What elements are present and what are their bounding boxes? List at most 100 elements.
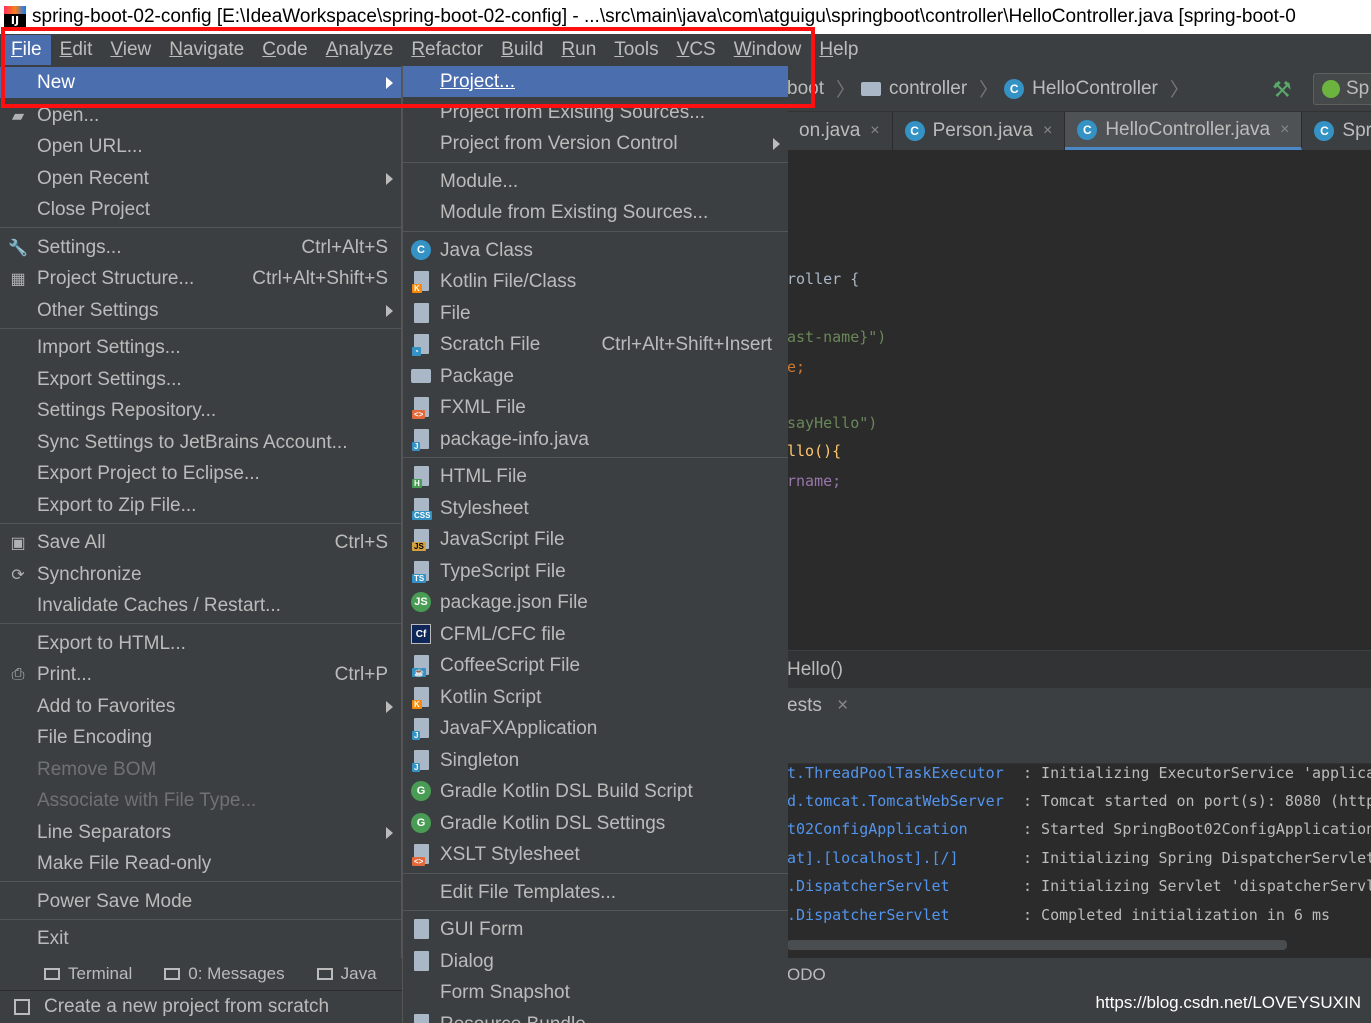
file-menu-exit[interactable]: Exit	[0, 923, 401, 954]
file-menu-sync-settings[interactable]: Sync Settings to JetBrains Account...	[0, 427, 401, 458]
file-menu-export-zip[interactable]: Export to Zip File...	[0, 490, 401, 521]
new-singleton[interactable]: J Singleton	[403, 745, 788, 776]
new-resource-bundle[interactable]: Resource Bundle	[403, 1009, 788, 1023]
new-project[interactable]: Project...	[403, 66, 788, 97]
tab-person-java[interactable]: C Person.java ×	[893, 112, 1066, 150]
new-module[interactable]: Module...	[403, 166, 788, 197]
file-menu-close-project[interactable]: Close Project	[0, 194, 401, 225]
new-module-existing-sources[interactable]: Module from Existing Sources...	[403, 197, 788, 228]
new-gradle-kotlin-settings[interactable]: G Gradle Kotlin DSL Settings	[403, 808, 788, 839]
close-icon[interactable]: ×	[870, 122, 879, 140]
editor-breadcrumb-method[interactable]: Hello()	[787, 650, 1371, 688]
file-menu-invalidate-caches[interactable]: Invalidate Caches / Restart...	[0, 590, 401, 621]
file-menu-other-settings[interactable]: Other Settings	[0, 295, 401, 326]
file-menu-save-all[interactable]: ▣ Save All Ctrl+S	[0, 527, 401, 558]
new-javafx-application[interactable]: J JavaFXApplication	[403, 713, 788, 744]
new-stylesheet[interactable]: CSS Stylesheet	[403, 493, 788, 524]
menu-edit[interactable]: Edit	[51, 35, 102, 65]
file-menu-open-recent[interactable]: Open Recent	[0, 163, 401, 194]
menu-refactor[interactable]: Refactor	[402, 35, 492, 65]
menu-run[interactable]: Run	[552, 35, 605, 65]
tab-spring-application[interactable]: C Sprin	[1302, 112, 1371, 150]
menu-item-label: Project from Existing Sources...	[440, 101, 706, 123]
close-icon[interactable]: ×	[837, 695, 848, 716]
menu-item-label: Resource Bundle	[440, 1014, 586, 1023]
new-package-info[interactable]: Jpackage-info.java	[403, 424, 788, 455]
tab-hellocontroller-java[interactable]: C HelloController.java ×	[1065, 112, 1303, 150]
file-menu-settings[interactable]: 🔧 Settings... Ctrl+Alt+S	[0, 232, 401, 263]
file-menu-new[interactable]: New	[0, 67, 401, 98]
close-icon[interactable]: ×	[1280, 121, 1289, 139]
new-java-class[interactable]: C Java Class	[403, 235, 788, 266]
menu-item-shortcut: Ctrl+S	[334, 531, 388, 553]
file-menu-export-eclipse[interactable]: Export Project to Eclipse...	[0, 458, 401, 489]
new-gui-form[interactable]: GUI Form	[403, 914, 788, 945]
file-menu-export-html[interactable]: Export to HTML...	[0, 628, 401, 659]
breadcrumb-boot[interactable]: boot	[787, 78, 824, 100]
new-package[interactable]: Package	[403, 361, 788, 392]
menu-file[interactable]: File	[2, 35, 51, 65]
menu-navigate[interactable]: Navigate	[160, 35, 253, 65]
code-editor[interactable]: roller { ast-name}") e; sayHello") llo()…	[787, 150, 1371, 650]
new-gradle-kotlin-build-script[interactable]: G Gradle Kotlin DSL Build Script	[403, 776, 788, 807]
edit-file-templates[interactable]: Edit File Templates...	[403, 877, 788, 908]
menu-view[interactable]: View	[101, 35, 160, 65]
file-menu-line-separators[interactable]: Line Separators	[0, 817, 401, 848]
tab-person-json[interactable]: on.java ×	[787, 112, 893, 150]
new-kotlin-file[interactable]: K Kotlin File/Class	[403, 266, 788, 297]
new-dialog[interactable]: Dialog	[403, 946, 788, 977]
breadcrumb-separator: 〉	[835, 80, 855, 101]
menu-code[interactable]: Code	[253, 35, 316, 65]
new-file[interactable]: File	[403, 298, 788, 329]
new-fxml-file[interactable]: <> FXML File	[403, 392, 788, 423]
terminal-tool-button[interactable]: Terminal	[44, 964, 132, 984]
ts-file-icon: TS	[412, 561, 429, 583]
todo-tool-button[interactable]: ODO	[787, 958, 1371, 992]
file-menu-open[interactable]: ▰ Open...	[0, 100, 401, 131]
new-kotlin-script[interactable]: K Kotlin Script	[403, 682, 788, 713]
file-menu-import-settings[interactable]: Import Settings...	[0, 332, 401, 363]
file-menu-export-settings[interactable]: Export Settings...	[0, 364, 401, 395]
messages-tool-button[interactable]: 0: Messages	[164, 964, 285, 984]
new-cfml-file[interactable]: Cf CFML/CFC file	[403, 619, 788, 650]
menu-tools[interactable]: Tools	[605, 35, 667, 65]
build-hammer-icon[interactable]: ⚒	[1272, 78, 1292, 103]
close-icon[interactable]: ×	[1043, 122, 1052, 140]
new-package-json[interactable]: JS package.json File	[403, 587, 788, 618]
file-menu-add-to-favorites[interactable]: Add to Favorites	[0, 691, 401, 722]
run-tab-label[interactable]: ests	[787, 695, 822, 716]
file-menu-make-read-only[interactable]: Make File Read-only	[0, 848, 401, 879]
file-menu-file-encoding[interactable]: File Encoding	[0, 722, 401, 753]
run-console[interactable]: t.ThreadPoolTaskExecutor: Initializing E…	[787, 764, 1371, 956]
menu-analyze[interactable]: Analyze	[317, 35, 403, 65]
file-menu-open-url[interactable]: Open URL...	[0, 131, 401, 162]
new-project-vcs[interactable]: Project from Version Control	[403, 128, 788, 159]
menu-build[interactable]: Build	[492, 35, 552, 65]
console-toolbar	[787, 724, 1371, 764]
breadcrumb-controller[interactable]: controller	[861, 78, 967, 100]
class-icon: C	[904, 121, 925, 141]
new-form-snapshot[interactable]: Form Snapshot	[403, 977, 788, 1008]
file-menu-print[interactable]: ⎙ Print... Ctrl+P	[0, 659, 401, 690]
new-typescript-file[interactable]: TS TypeScript File	[403, 556, 788, 587]
menu-vcs[interactable]: VCS	[668, 35, 725, 65]
new-scratch-file[interactable]: ◔ Scratch File Ctrl+Alt+Shift+Insert	[403, 329, 788, 360]
menu-window[interactable]: Window	[725, 35, 811, 65]
new-xslt-stylesheet[interactable]: <> XSLT Stylesheet	[403, 839, 788, 870]
file-menu-project-structure[interactable]: ▦ Project Structure... Ctrl+Alt+Shift+S	[0, 263, 401, 294]
menu-item-label: Project...	[440, 70, 515, 92]
toggle-tool-windows-icon[interactable]	[14, 999, 30, 1015]
file-menu-synchronize[interactable]: ⟳ Synchronize	[0, 559, 401, 590]
file-menu-settings-repository[interactable]: Settings Repository...	[0, 395, 401, 426]
console-horizontal-scrollbar[interactable]	[787, 940, 1287, 950]
breadcrumb-hellocontroller[interactable]: C HelloController	[1004, 78, 1158, 100]
file-menu-power-save-mode[interactable]: Power Save Mode	[0, 886, 401, 917]
menu-item-label: JavaScript File	[440, 528, 565, 550]
new-project-existing-sources[interactable]: Project from Existing Sources...	[403, 97, 788, 128]
java-enterprise-tool-button[interactable]: Java	[316, 964, 377, 984]
menu-help[interactable]: Help	[810, 35, 867, 65]
run-configuration-selector[interactable]: Sp	[1313, 73, 1371, 105]
new-html-file[interactable]: H HTML File	[403, 461, 788, 492]
new-coffeescript-file[interactable]: ☕ CoffeeScript File	[403, 650, 788, 681]
new-javascript-file[interactable]: JS JavaScript File	[403, 524, 788, 555]
